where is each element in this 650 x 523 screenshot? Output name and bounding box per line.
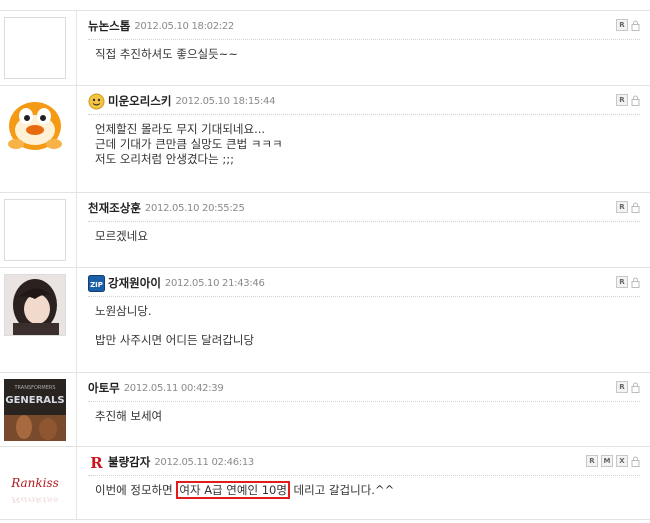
svg-text:Rankiss: Rankiss [10, 495, 59, 503]
header-separator [88, 401, 640, 402]
comment-item: Rankiss Rankiss R 불량감자 2012.05.11 02:46:… [0, 446, 650, 520]
avatar[interactable] [4, 199, 66, 261]
svg-text:TRANSFORMERS: TRANSFORMERS [13, 385, 55, 391]
rankiss-avatar-icon: Rankiss Rankiss [4, 453, 66, 515]
smiley-badge-icon [88, 93, 105, 109]
divider [76, 11, 77, 85]
svg-text:Rankiss: Rankiss [10, 476, 59, 490]
comment-date: 2012.05.10 18:02:22 [134, 20, 234, 32]
header-separator [88, 296, 640, 297]
delete-button[interactable]: X [616, 455, 628, 467]
comment-date: 2012.05.11 02:46:13 [154, 456, 254, 468]
r-badge-icon: R [90, 454, 103, 471]
reply-button[interactable]: R [616, 381, 628, 393]
author-name[interactable]: 천재조상훈 [88, 200, 141, 216]
duck-avatar-icon [8, 102, 62, 150]
lock-icon[interactable] [631, 456, 640, 467]
comment-body: 이번에 정모하면 여자 A급 연예인 10명 데리고 갈겁니다.^^ [95, 481, 630, 499]
generals-avatar-icon: TRANSFORMERS GENERALS [4, 379, 66, 441]
svg-text:R: R [90, 454, 103, 471]
author-name[interactable]: 불량감자 [108, 454, 150, 470]
lock-icon[interactable] [631, 277, 640, 288]
svg-text:ZIP: ZIP [90, 281, 103, 289]
comment-body: 추진해 보세여 [95, 409, 630, 424]
lock-icon[interactable] [631, 382, 640, 393]
reply-button[interactable]: R [616, 19, 628, 31]
divider [76, 373, 77, 446]
comment-header: 천재조상훈 2012.05.10 20:55:25 [88, 199, 640, 217]
user-photo-icon [5, 275, 65, 335]
author-name[interactable]: 강재원아이 [108, 275, 161, 291]
comment-line: 저도 오리처럼 안생겼다는 ;;; [95, 152, 234, 166]
comment-header: R 불량감자 2012.05.11 02:46:13 [88, 453, 640, 471]
comment-body: 노원삼니당. 밥만 사주시면 어디든 달려갑니당 [95, 304, 630, 348]
comment-list: 뉴논스톱 2012.05.10 18:02:22 R 직접 추진하셔도 좋으실듯… [0, 10, 650, 520]
comment-date: 2012.05.11 00:42:39 [123, 382, 224, 394]
header-separator [88, 221, 640, 222]
comment-text: 데리고 갈겁니다.^^ [289, 483, 395, 497]
comment-body: 모르겠네요 [95, 229, 630, 244]
comment-date: 2012.05.10 21:43:46 [164, 277, 265, 289]
modify-button[interactable]: M [601, 455, 613, 467]
zip-badge-icon: ZIP [88, 274, 105, 292]
comment-line: 근데 기대가 큰만큼 실망도 큰법 ㅋㅋㅋ [95, 137, 283, 151]
comment-date: 2012.05.10 18:15:44 [175, 95, 276, 107]
divider [76, 193, 77, 267]
header-separator [88, 39, 640, 40]
reply-button[interactable]: R [616, 276, 628, 288]
header-separator [88, 114, 640, 115]
avatar[interactable]: Rankiss Rankiss [4, 453, 66, 515]
comment-line: 언제할진 몰라도 무지 기대되네요... [95, 122, 266, 136]
reply-button[interactable]: R [616, 94, 628, 106]
comment-actions: R [616, 381, 640, 393]
comment-date: 2012.05.10 20:55:25 [144, 202, 245, 214]
divider [76, 447, 77, 519]
comment-line: 직접 추진하셔도 좋으실듯~~ [95, 47, 238, 61]
comment-actions: R [616, 94, 640, 106]
comment-header: 뉴논스톱 2012.05.10 18:02:22 [88, 17, 640, 35]
divider [76, 86, 77, 192]
comment-line: 모르겠네요 [95, 229, 148, 243]
author-name[interactable]: 뉴논스톱 [88, 18, 130, 34]
comment-body: 직접 추진하셔도 좋으실듯~~ [95, 47, 630, 62]
comment-line: 노원삼니당. [95, 304, 152, 318]
comment-header: 미운오리스키 2012.05.10 18:15:44 [88, 92, 640, 110]
header-separator [88, 475, 640, 476]
svg-text:GENERALS: GENERALS [5, 395, 64, 406]
avatar[interactable] [4, 17, 66, 79]
comment-body: 언제할진 몰라도 무지 기대되네요... 근데 기대가 큰만큼 실망도 큰법 ㅋ… [95, 122, 630, 167]
comment-actions: R [616, 276, 640, 288]
lock-icon[interactable] [631, 202, 640, 213]
comment-actions: R [616, 201, 640, 213]
comment-item: ZIP 강재원아이 2012.05.10 21:43:46 R 노원삼니당. 밥… [0, 267, 650, 372]
avatar[interactable]: TRANSFORMERS GENERALS [4, 379, 66, 441]
comment-item: 미운오리스키 2012.05.10 18:15:44 R 언제할진 몰라도 무지… [0, 85, 650, 192]
avatar[interactable] [4, 274, 66, 336]
author-name[interactable]: 미운오리스키 [108, 93, 171, 109]
comment-item: TRANSFORMERS GENERALS 아토무 2012.05.11 00:… [0, 372, 650, 446]
comment-actions: R [616, 19, 640, 31]
comment-line: 밥만 사주시면 어디든 달려갑니당 [95, 333, 255, 347]
lock-icon[interactable] [631, 20, 640, 31]
lock-icon[interactable] [631, 95, 640, 106]
reply-button[interactable]: R [586, 455, 598, 467]
comment-item: 뉴논스톱 2012.05.10 18:02:22 R 직접 추진하셔도 좋으실듯… [0, 10, 650, 85]
author-name[interactable]: 아토무 [88, 380, 120, 396]
comment-line: 이번에 정모하면 여자 A급 연예인 10명 데리고 갈겁니다.^^ [95, 481, 630, 499]
avatar[interactable] [4, 92, 66, 154]
comment-header: 아토무 2012.05.11 00:42:39 [88, 379, 640, 397]
comment-line: 추진해 보세여 [95, 409, 163, 423]
reply-button[interactable]: R [616, 201, 628, 213]
divider [76, 268, 77, 372]
comment-item: 천재조상훈 2012.05.10 20:55:25 R 모르겠네요 [0, 192, 650, 267]
comment-header: ZIP 강재원아이 2012.05.10 21:43:46 [88, 274, 640, 292]
comment-actions: R M X [586, 455, 640, 467]
highlighted-text: 여자 A급 연예인 10명 [176, 481, 290, 499]
comment-text: 이번에 정모하면 [95, 483, 177, 497]
